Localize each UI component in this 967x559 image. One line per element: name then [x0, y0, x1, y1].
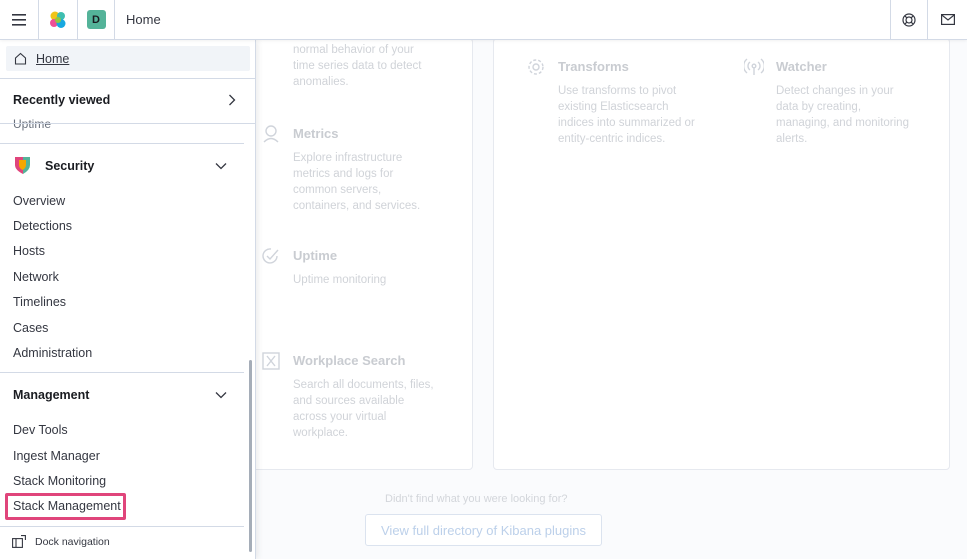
- card-desc: Search all documents, files, and sources …: [293, 379, 434, 439]
- chevron-down-icon[interactable]: [215, 391, 227, 399]
- workplace-search-icon: [262, 352, 280, 370]
- nav-home-link[interactable]: Home: [6, 46, 250, 71]
- nav-item-dev-tools[interactable]: Dev Tools: [13, 423, 68, 437]
- view-all-plugins-button[interactable]: View full directory of Kibana plugins: [365, 514, 602, 546]
- card-desc: Use transforms to pivot existing Elastics…: [558, 85, 695, 145]
- dock-navigation-label: Dock navigation: [35, 535, 110, 548]
- nav-item-hosts[interactable]: Hosts: [13, 244, 45, 258]
- card-desc: Detect changes in your data by creating, m…: [776, 85, 909, 145]
- card-title: Transforms: [558, 59, 629, 74]
- nav-item-cases[interactable]: Cases: [13, 321, 48, 335]
- card-title: Workplace Search: [293, 353, 406, 368]
- nav-divider: [0, 372, 244, 373]
- space-avatar: D: [86, 10, 106, 29]
- dock-icon: [12, 535, 26, 548]
- nav-divider: [0, 78, 255, 79]
- chevron-down-icon[interactable]: [215, 162, 227, 170]
- nav-item-detections[interactable]: Detections: [13, 219, 72, 233]
- dock-navigation-button[interactable]: Dock navigation: [12, 535, 110, 548]
- chevron-right-icon[interactable]: [228, 94, 236, 106]
- partial-card-desc: normal behavior of your time series data…: [293, 44, 422, 88]
- space-selector[interactable]: D: [78, 0, 114, 39]
- card-title: Uptime: [293, 248, 338, 263]
- elastic-logo-link[interactable]: [39, 0, 77, 39]
- newsfeed-button[interactable]: [928, 0, 967, 39]
- nav-divider: [0, 123, 255, 124]
- watcher-icon: [744, 58, 764, 75]
- metrics-icon: [263, 125, 279, 143]
- security-section-header[interactable]: Security: [14, 156, 94, 175]
- recently-viewed-title[interactable]: Recently viewed: [13, 93, 110, 107]
- elastic-logo: [50, 11, 66, 28]
- help-button[interactable]: [891, 0, 927, 39]
- nav-item-network[interactable]: Network: [13, 270, 59, 284]
- home-icon: [14, 52, 27, 65]
- nav-item-administration[interactable]: Administration: [13, 346, 92, 360]
- card-desc: Uptime monitoring: [293, 274, 387, 286]
- nav-scrollbar[interactable]: [249, 360, 252, 552]
- nav-home-label: Home: [36, 51, 70, 66]
- breadcrumb: Home: [126, 12, 161, 27]
- stack-management-highlight: [5, 493, 126, 520]
- mail-icon: [940, 14, 955, 25]
- recent-item-uptime[interactable]: Uptime: [13, 117, 51, 131]
- help-icon: [902, 12, 916, 27]
- nav-divider: [0, 526, 244, 527]
- card-title: Metrics: [293, 126, 339, 141]
- menu-icon: [12, 13, 26, 26]
- nav-item-stack-monitoring[interactable]: Stack Monitoring: [13, 474, 106, 488]
- uptime-icon: [262, 248, 279, 264]
- side-navigation: Home Recently viewed Uptime Security Ove…: [0, 40, 256, 559]
- menu-button[interactable]: [0, 0, 38, 39]
- security-logo-icon: [15, 157, 30, 174]
- card-title: Watcher: [776, 59, 827, 74]
- gear-icon: [528, 59, 544, 75]
- not-found-text: Didn't find what you were looking for?: [385, 493, 568, 505]
- management-title[interactable]: Management: [13, 388, 89, 402]
- nav-divider: [0, 143, 244, 144]
- nav-item-overview[interactable]: Overview: [13, 194, 65, 208]
- nav-item-ingest-manager[interactable]: Ingest Manager: [13, 449, 100, 463]
- security-title: Security: [45, 158, 95, 173]
- card-desc: Explore infrastructure metrics and logs f…: [293, 152, 421, 212]
- top-header: D Home: [0, 0, 967, 40]
- nav-item-timelines[interactable]: Timelines: [13, 295, 66, 309]
